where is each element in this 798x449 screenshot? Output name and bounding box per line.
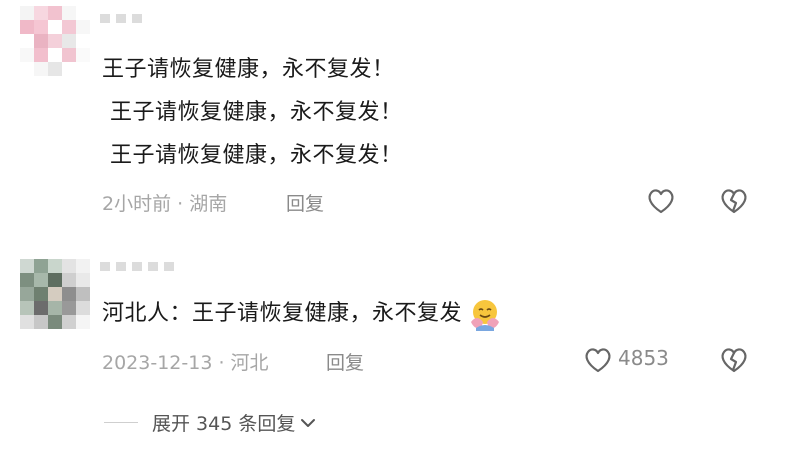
comment-text: 王子请恢复健康，永不复发！ xyxy=(110,100,403,125)
comment-text-content: 河北人：王子请恢复健康，永不复发 xyxy=(102,301,463,326)
broken-heart-icon[interactable] xyxy=(718,185,750,217)
expand-replies-button[interactable]: 展开 345 条回复 xyxy=(152,409,317,436)
reply-button[interactable]: 回复 xyxy=(326,348,364,375)
username-blurred[interactable] xyxy=(100,14,142,23)
hugging-face-icon xyxy=(471,300,500,331)
like-count: 4853 xyxy=(618,346,669,370)
expand-replies-label: 展开 345 条回复 xyxy=(152,413,296,435)
reply-button[interactable]: 回复 xyxy=(286,189,324,216)
comment-text: 河北人：王子请恢复健康，永不复发 xyxy=(102,297,502,331)
chevron-down-icon xyxy=(301,418,316,427)
broken-heart-icon[interactable] xyxy=(718,344,750,376)
username-blurred[interactable] xyxy=(100,262,174,271)
heart-icon[interactable] xyxy=(582,344,614,376)
heart-icon[interactable] xyxy=(645,185,677,217)
comment-text: 王子请恢复健康，永不复发！ xyxy=(102,57,395,82)
comment-text: 王子请恢复健康，永不复发！ xyxy=(110,143,403,168)
comment-meta: 2023-12-13 · 河北 xyxy=(102,352,269,374)
avatar[interactable] xyxy=(20,6,90,76)
divider xyxy=(104,422,138,423)
comment-meta: 2小时前 · 湖南 xyxy=(102,193,228,215)
avatar[interactable] xyxy=(20,259,90,329)
